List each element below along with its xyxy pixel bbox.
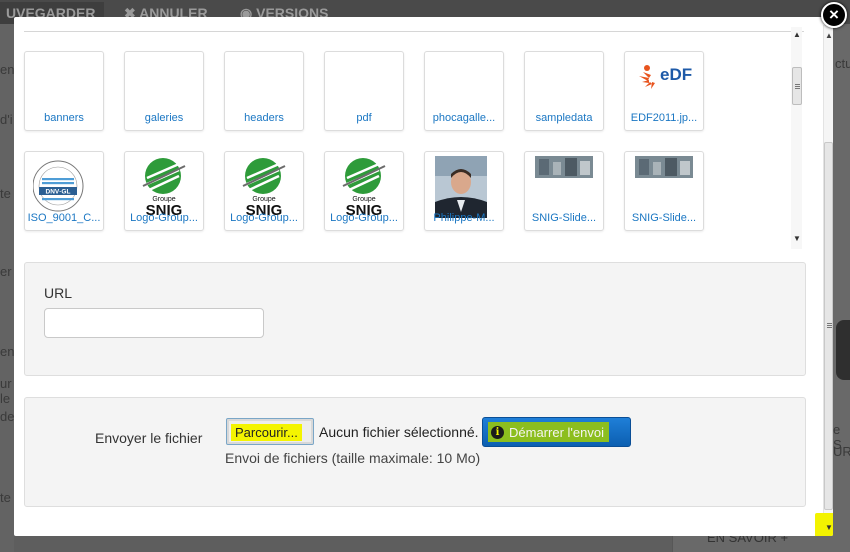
item-filename[interactable]: phocagalle... <box>427 112 501 124</box>
start-upload-highlight: i Démarrer l'envoi <box>488 422 609 442</box>
item-filename[interactable]: pdf <box>327 112 401 124</box>
item-filename[interactable]: sampledata <box>527 112 601 124</box>
item-filename[interactable]: Philippe-M... <box>427 212 501 224</box>
upload-label: Envoyer le fichier <box>95 430 203 446</box>
scroll-down-arrow-icon[interactable]: ▼ <box>793 234 801 243</box>
item-filename[interactable]: Logo-Group... <box>327 212 401 224</box>
svg-text:eDF: eDF <box>660 65 692 84</box>
info-icon: i <box>491 425 504 439</box>
browse-button-label: Parcourir... <box>231 424 302 441</box>
scrollbar-thumb[interactable] <box>824 142 833 510</box>
image-item[interactable]: SNIG-Slide... <box>524 151 604 231</box>
image-item[interactable]: Groupe SNIG Logo-Group... <box>324 151 404 231</box>
svg-text:DNV·GL: DNV·GL <box>46 189 71 196</box>
image-item[interactable]: Groupe SNIG Logo-Group... <box>124 151 204 231</box>
folder-item[interactable]: headers <box>224 51 304 131</box>
image-item[interactable]: DNV·GL ISO_9001_C... <box>24 151 104 231</box>
snig-logo-icon: GroupeSNIG <box>242 158 286 218</box>
folder-item[interactable]: sampledata <box>524 51 604 131</box>
url-label: URL <box>44 285 73 301</box>
item-filename[interactable]: SNIG-Slide... <box>627 212 701 224</box>
image-item[interactable]: Philippe-M... <box>424 151 504 231</box>
slide-photo-icon <box>635 156 693 178</box>
snig-logo-icon: GroupeSNIG <box>142 158 186 218</box>
item-filename[interactable]: Logo-Group... <box>127 212 201 224</box>
browse-button[interactable]: Parcourir... <box>226 418 314 445</box>
grip-icon <box>827 323 832 324</box>
media-manager-modal: banners galeries headers pdf phocagalle... sa… <box>14 17 833 536</box>
upload-size-hint: Envoi de fichiers (taille maximale: 10 M… <box>225 450 481 466</box>
folder-item[interactable]: pdf <box>324 51 404 131</box>
item-filename[interactable]: Logo-Group... <box>227 212 301 224</box>
image-item[interactable]: Groupe SNIG Logo-Group... <box>224 151 304 231</box>
slide-photo-icon <box>535 156 593 178</box>
portrait-photo-icon <box>435 156 487 218</box>
upload-panel: Envoyer le fichier Parcourir... Aucun fi… <box>24 397 806 507</box>
item-filename[interactable]: galeries <box>127 112 201 124</box>
start-upload-button[interactable]: i Démarrer l'envoi <box>482 417 631 447</box>
folder-item[interactable]: phocagalle... <box>424 51 504 131</box>
item-filename[interactable]: SNIG-Slide... <box>527 212 601 224</box>
image-item[interactable]: SNIG-Slide... <box>624 151 704 231</box>
start-upload-label: Démarrer l'envoi <box>509 424 604 440</box>
no-file-selected-text: Aucun fichier sélectionné. <box>319 424 479 440</box>
item-filename[interactable]: banners <box>27 112 101 124</box>
modal-scrollbar[interactable]: ▲ ▼ <box>815 25 833 536</box>
url-input[interactable] <box>44 308 264 338</box>
item-filename[interactable]: ISO_9001_C... <box>27 212 101 224</box>
dnv-gl-cert-icon: DNV·GL <box>33 160 84 212</box>
close-modal-button[interactable]: × <box>821 2 847 28</box>
scrollbar-thumb[interactable] <box>792 67 802 105</box>
edf-logo-icon: eDF <box>639 65 692 89</box>
item-filename[interactable]: EDF2011.jp... <box>627 112 701 124</box>
url-panel: URL <box>24 262 806 376</box>
image-item[interactable]: eDF EDF2011.jp... <box>624 51 704 131</box>
scroll-up-arrow-icon[interactable]: ▲ <box>793 30 801 39</box>
grip-icon <box>795 84 800 85</box>
folder-item[interactable]: banners <box>24 51 104 131</box>
item-filename[interactable]: headers <box>227 112 301 124</box>
snig-logo-icon: GroupeSNIG <box>342 158 386 218</box>
scroll-down-arrow-icon[interactable]: ▼ <box>815 513 833 536</box>
folder-item[interactable]: galeries <box>124 51 204 131</box>
divider <box>24 31 804 32</box>
background-image-edge <box>836 320 850 380</box>
scroll-up-arrow-icon[interactable]: ▲ <box>825 31 833 40</box>
media-browser: banners galeries headers pdf phocagalle... sa… <box>24 33 806 249</box>
media-browser-scrollbar[interactable]: ▲ ▼ <box>791 27 802 249</box>
background-left-column: en d'i te er en ur le de te <box>0 24 14 552</box>
